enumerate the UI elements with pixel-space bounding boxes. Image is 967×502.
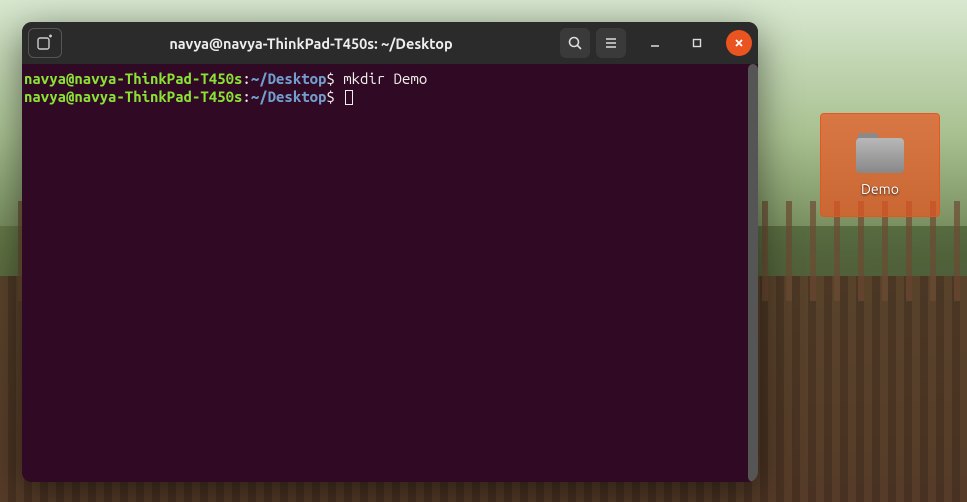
hamburger-icon <box>603 35 619 51</box>
close-button[interactable] <box>726 30 752 56</box>
scrollbar[interactable] <box>748 64 758 482</box>
minimize-button[interactable] <box>642 30 668 56</box>
prompt-user-host: navya@navya-ThinkPad-T450s <box>24 88 242 105</box>
cursor <box>345 90 353 105</box>
terminal-line-2: navya@navya-ThinkPad-T450s:~/Desktop$ <box>24 88 752 106</box>
desktop-folder-demo[interactable]: Demo <box>820 113 940 217</box>
close-icon <box>733 37 745 49</box>
terminal-line-1: navya@navya-ThinkPad-T450s:~/Desktop$ mk… <box>24 70 752 88</box>
menu-button[interactable] <box>596 28 626 58</box>
prompt-cwd: ~/Desktop <box>251 88 327 105</box>
prompt-user-host: navya@navya-ThinkPad-T450s <box>24 70 242 87</box>
new-tab-button[interactable] <box>28 28 62 58</box>
titlebar[interactable]: navya@navya-ThinkPad-T450s: ~/Desktop <box>22 22 758 64</box>
prompt-cwd: ~/Desktop <box>251 70 327 87</box>
search-button[interactable] <box>560 28 590 58</box>
folder-icon <box>856 133 904 173</box>
window-title: navya@navya-ThinkPad-T450s: ~/Desktop <box>68 35 554 52</box>
terminal-window: navya@navya-ThinkPad-T450s: ~/Desktop <box>22 22 758 482</box>
minimize-icon <box>649 37 661 49</box>
search-icon <box>567 35 583 51</box>
command-text: mkdir Demo <box>343 70 427 87</box>
maximize-icon <box>691 37 703 49</box>
maximize-button[interactable] <box>684 30 710 56</box>
terminal-body[interactable]: navya@navya-ThinkPad-T450s:~/Desktop$ mk… <box>22 64 758 482</box>
desktop-folder-label: Demo <box>861 181 899 197</box>
new-tab-icon <box>36 34 54 52</box>
